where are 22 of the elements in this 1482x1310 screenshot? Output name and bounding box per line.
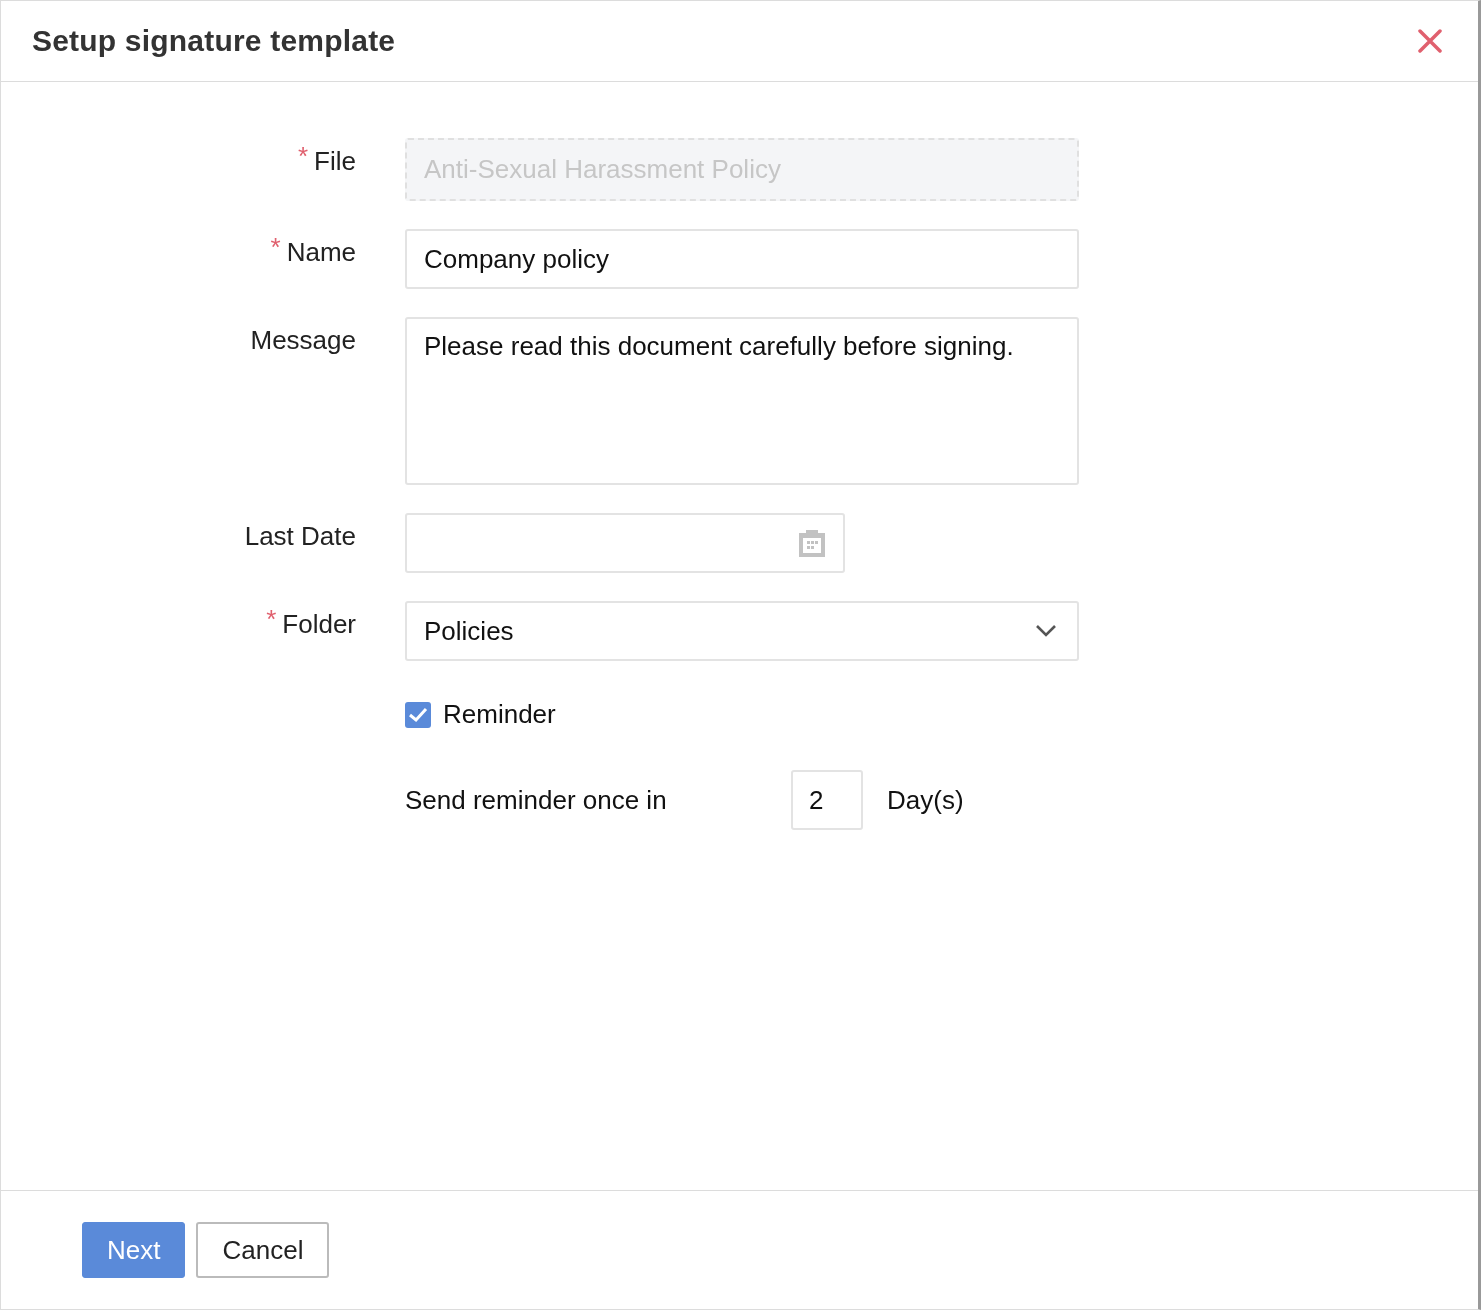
checkbox-icon[interactable]	[405, 701, 431, 728]
calendar-icon[interactable]	[797, 528, 827, 558]
field-label: File	[314, 146, 356, 176]
name-field[interactable]: Company policy	[405, 229, 1079, 289]
close-icon[interactable]	[1418, 29, 1442, 53]
days-input[interactable]: 2	[791, 770, 863, 830]
days-unit: Day(s)	[887, 784, 964, 816]
chevron-down-icon	[1035, 624, 1057, 638]
field-label: Last Date	[244, 521, 356, 551]
required-mark: *	[297, 146, 309, 166]
reminder-text: Send reminder once in	[405, 784, 668, 816]
cancel-button[interactable]: Cancel	[196, 1222, 330, 1278]
field-label: Name	[286, 237, 356, 267]
dialog-title: Setup signature template	[32, 24, 396, 58]
folder-dropdown[interactable]: Policies	[405, 601, 1079, 661]
required-mark: *	[266, 609, 277, 629]
field-label: Folder	[282, 609, 356, 639]
required-mark: *	[270, 237, 281, 257]
message-field[interactable]: Please read this document carefully before signing.	[405, 317, 1079, 485]
date-field[interactable]	[405, 513, 845, 573]
reminder-checkbox[interactable]: Reminder	[405, 699, 1478, 730]
field-label: Message	[250, 325, 356, 355]
